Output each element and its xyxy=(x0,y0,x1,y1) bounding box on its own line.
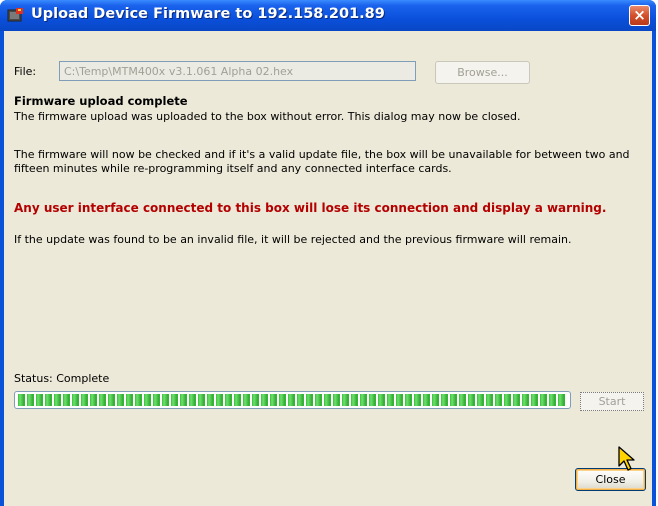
file-path-field: C:\Temp\MTM400x v3.1.061 Alpha 02.hex xyxy=(59,61,416,81)
progress-fill xyxy=(18,394,567,406)
title-bar[interactable]: Upload Device Firmware to 192.158.201.89… xyxy=(0,0,656,31)
check-info-text: The firmware will now be checked and if … xyxy=(14,148,630,175)
status-label: Status: Complete xyxy=(14,372,110,385)
connection-warning: Any user interface connected to this box… xyxy=(14,201,607,215)
browse-button[interactable]: Browse... xyxy=(435,61,530,84)
upload-progress-bar xyxy=(14,391,571,409)
upload-complete-heading: Firmware upload complete xyxy=(14,94,188,108)
invalid-file-text: If the update was found to be an invalid… xyxy=(14,233,572,246)
file-label: File: xyxy=(14,65,37,78)
dialog-window: Upload Device Firmware to 192.158.201.89… xyxy=(0,0,656,506)
window-title: Upload Device Firmware to 192.158.201.89 xyxy=(31,6,385,22)
close-window-icon[interactable]: × xyxy=(629,5,650,26)
start-button[interactable]: Start xyxy=(580,392,644,411)
dialog-body: File: C:\Temp\MTM400x v3.1.061 Alpha 02.… xyxy=(4,31,652,506)
mouse-pointer-icon xyxy=(618,446,635,471)
firmware-chip-icon xyxy=(7,8,23,22)
upload-success-text: The firmware upload was uploaded to the … xyxy=(14,110,521,123)
